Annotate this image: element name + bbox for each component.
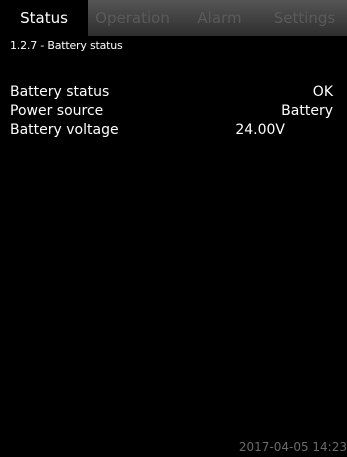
tab-operation[interactable]: Operation: [88, 0, 177, 36]
tab-bar: Status Operation Alarm Settings: [0, 0, 347, 36]
tab-status[interactable]: Status: [0, 0, 88, 36]
battery-status-label: Battery status: [10, 84, 110, 100]
battery-voltage-label: Battery voltage: [10, 122, 119, 138]
battery-voltage-row: Battery voltage 24.00V: [10, 120, 333, 140]
tab-settings[interactable]: Settings: [262, 0, 347, 36]
breadcrumb: 1.2.7 - Battery status: [10, 39, 123, 52]
battery-status-value: OK: [312, 84, 333, 100]
footer-timestamp: 2017-04-05 14:23: [238, 440, 347, 454]
power-source-row: Power source Battery: [10, 101, 333, 121]
battery-voltage-value: 24.00V: [235, 122, 285, 138]
power-source-label: Power source: [10, 103, 104, 119]
tab-alarm[interactable]: Alarm: [177, 0, 262, 36]
power-source-value: Battery: [281, 103, 333, 119]
battery-status-row: Battery status OK: [10, 82, 333, 102]
